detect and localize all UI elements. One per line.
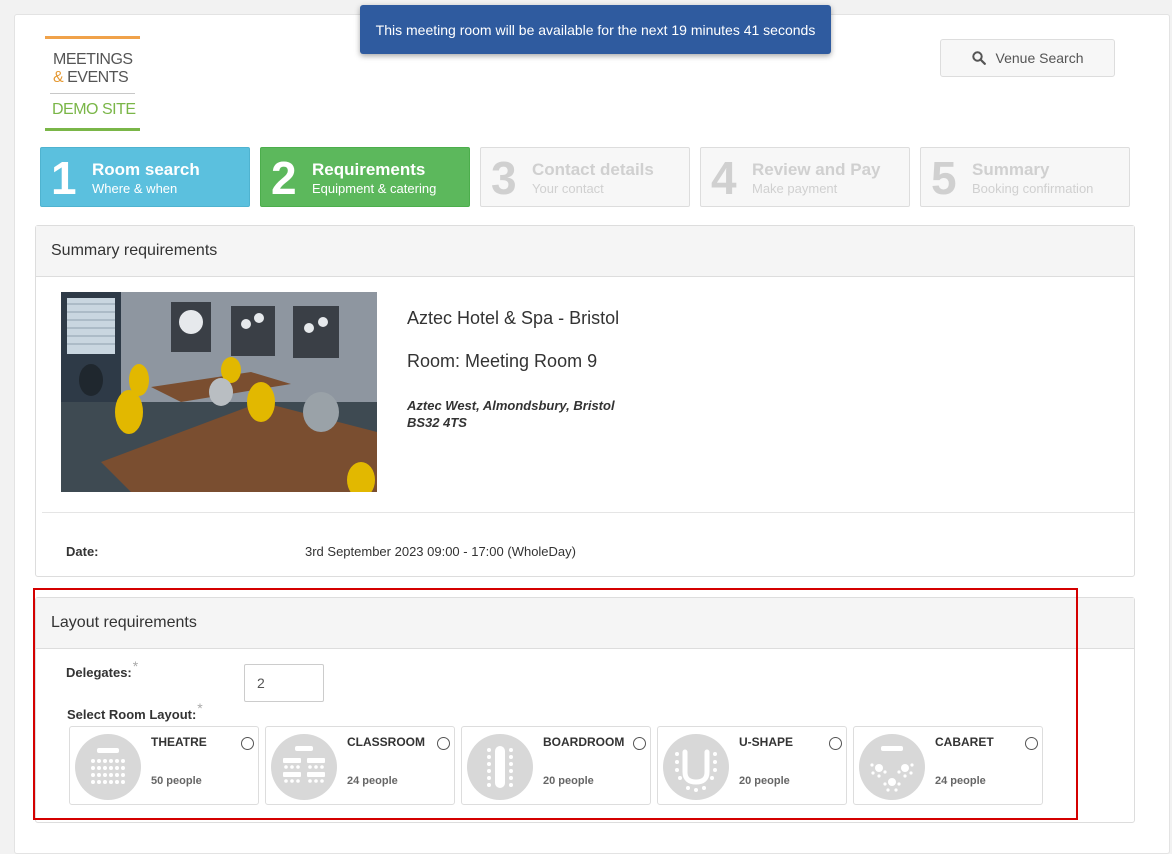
select-layout-label: Select Room Layout:* (67, 700, 203, 722)
layout-option-u-shape[interactable]: U-SHAPE 20 people (657, 726, 847, 805)
layout-name: U-SHAPE (739, 735, 794, 749)
step-number: 1 (51, 152, 77, 204)
layout-name: BOARDROOM (543, 735, 625, 749)
step-title: Contact details (532, 160, 654, 179)
layout-capacity: 24 people (347, 775, 398, 787)
summary-panel-heading: Summary requirements (36, 226, 1134, 277)
step-number: 5 (931, 152, 957, 204)
classroom-icon (271, 734, 337, 800)
layout-option-boardroom[interactable]: BOARDROOM 20 people (461, 726, 651, 805)
date-label: Date: (66, 544, 99, 559)
delegates-label: Delegates:* (66, 658, 139, 680)
layout-panel-heading: Layout requirements (36, 598, 1134, 649)
layout-capacity: 24 people (935, 775, 986, 787)
step-title: Requirements (312, 160, 426, 179)
step-number: 3 (491, 152, 517, 204)
step-number: 4 (711, 152, 737, 204)
step-subtitle: Booking confirmation (972, 181, 1094, 196)
venue-search-label: Venue Search (995, 50, 1084, 66)
step-title: Review and Pay (752, 160, 881, 179)
address-line-2: BS32 4TS (407, 415, 467, 430)
hotel-name: Aztec Hotel & Spa - Bristol (407, 308, 620, 328)
layout-radio[interactable] (241, 737, 254, 750)
availability-toast: This meeting room will be available for … (360, 5, 831, 54)
summary-panel: Summary requirements Aztec Hotel & Spa -… (35, 225, 1135, 577)
logo-bar-top (45, 36, 140, 39)
layout-radio[interactable] (829, 737, 842, 750)
layout-capacity: 20 people (739, 775, 790, 787)
step-summary: 5 Summary Booking confirmation (920, 147, 1130, 207)
layout-capacity: 50 people (151, 775, 202, 787)
layout-radio[interactable] (1025, 737, 1038, 750)
room-name: Room: Meeting Room 9 (407, 351, 598, 371)
layout-radio[interactable] (437, 737, 450, 750)
step-review-and-pay: 4 Review and Pay Make payment (700, 147, 910, 207)
theatre-icon (75, 734, 141, 800)
step-contact-details: 3 Contact details Your contact (480, 147, 690, 207)
search-icon (971, 51, 986, 65)
layout-name: CLASSROOM (347, 735, 425, 749)
site-logo[interactable]: MEETINGS & EVENTS DEMO SITE (45, 36, 141, 132)
step-subtitle: Your contact (532, 181, 604, 196)
layout-panel: Layout requirements Delegates:* Select R… (35, 597, 1135, 823)
step-subtitle: Equipment & catering (312, 181, 437, 196)
hotel-address: Aztec West, Almondsbury, Bristol BS32 4T… (407, 397, 615, 431)
room-photo (61, 292, 377, 492)
layout-option-cabaret[interactable]: CABARET 24 people (853, 726, 1043, 805)
required-mark: * (132, 658, 139, 674)
required-mark: * (197, 700, 203, 716)
step-number: 2 (271, 152, 297, 204)
layout-radio[interactable] (633, 737, 646, 750)
logo-line-3: DEMO SITE (52, 101, 136, 118)
logo-separator (50, 93, 135, 94)
layout-option-classroom[interactable]: CLASSROOM 24 people (265, 726, 455, 805)
delegates-input[interactable] (244, 664, 324, 702)
cabaret-icon (859, 734, 925, 800)
logo-line-2: & EVENTS (53, 69, 129, 86)
layout-capacity: 20 people (543, 775, 594, 787)
step-title: Summary (972, 160, 1050, 179)
layout-name: THEATRE (151, 735, 207, 749)
layout-name: CABARET (935, 735, 994, 749)
step-requirements[interactable]: 2 Requirements Equipment & catering (260, 147, 470, 207)
venue-search-button[interactable]: Venue Search (940, 39, 1115, 77)
address-line-1: Aztec West, Almondsbury, Bristol (407, 398, 615, 413)
boardroom-icon (467, 734, 533, 800)
date-value: 3rd September 2023 09:00 - 17:00 (WholeD… (305, 544, 576, 559)
step-title: Room search (92, 160, 200, 179)
step-subtitle: Where & when (92, 181, 178, 196)
summary-divider (42, 512, 1134, 513)
logo-bar-bottom (45, 128, 140, 131)
step-room-search[interactable]: 1 Room search Where & when (40, 147, 250, 207)
step-subtitle: Make payment (752, 181, 838, 196)
u-shape-icon (663, 734, 729, 800)
logo-line-1: MEETINGS (53, 51, 133, 68)
layout-option-theatre[interactable]: THEATRE 50 people (69, 726, 259, 805)
